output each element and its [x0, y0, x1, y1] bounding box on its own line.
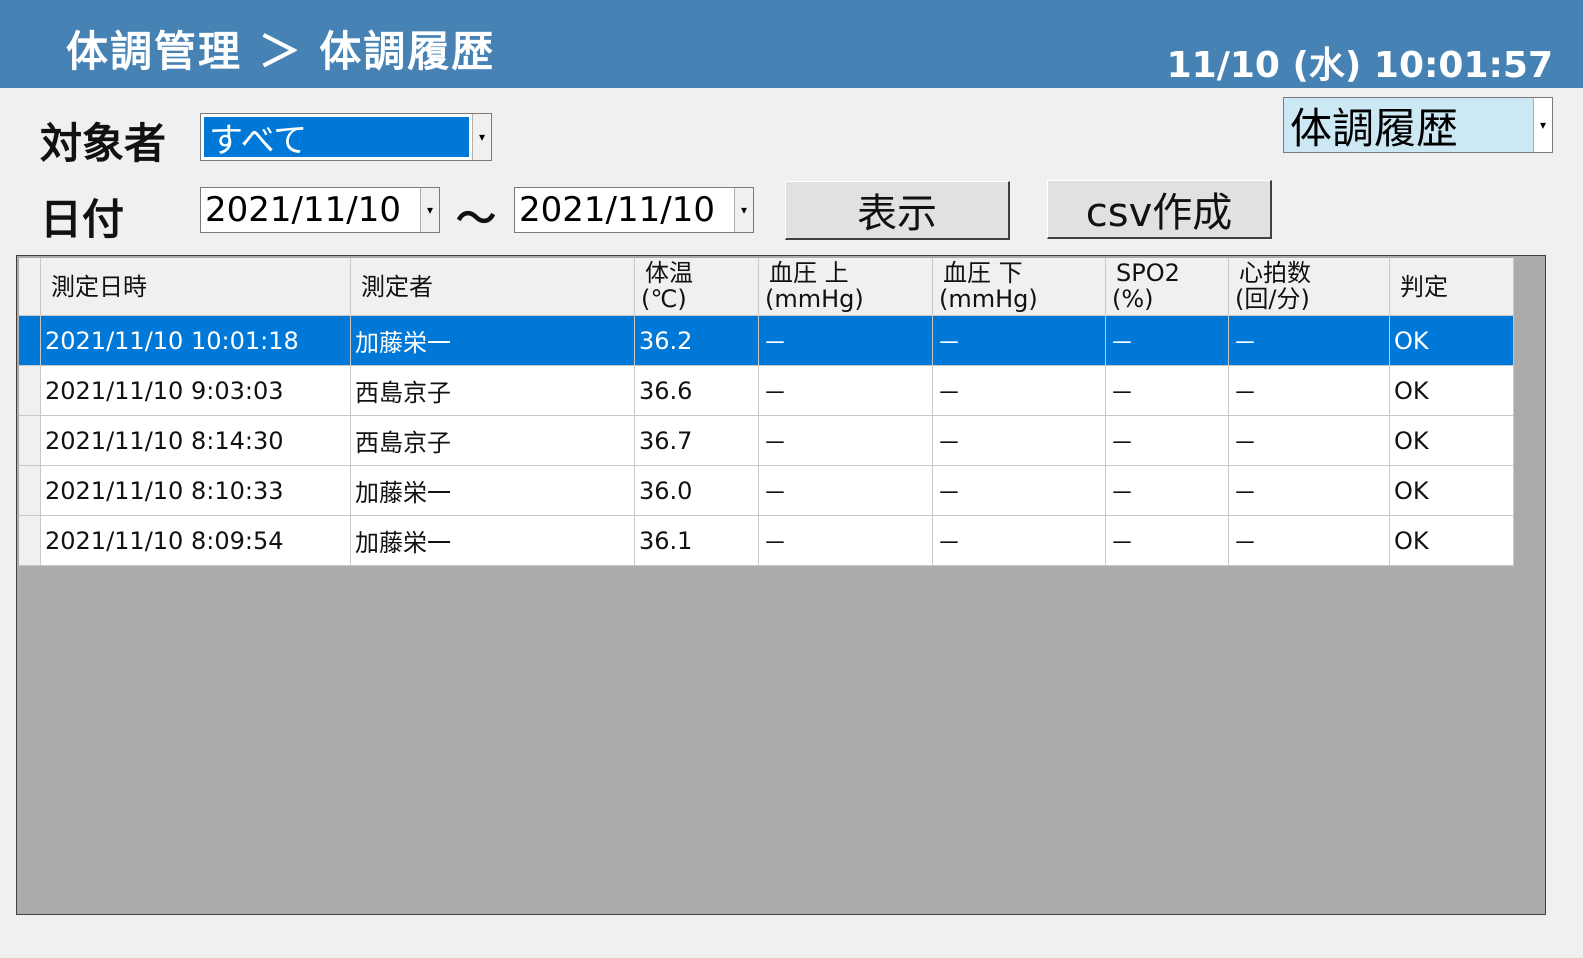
subject-select[interactable]: すべて ▾: [200, 113, 492, 161]
title-bar: 体調管理 ＞ 体調履歴 11/10 (水) 10:01:57: [0, 0, 1583, 88]
table-cell[interactable]: －: [933, 516, 1106, 566]
column-header[interactable]: 血圧 下 (mmHg): [933, 258, 1106, 316]
table-cell[interactable]: 2021/11/10 8:10:33: [41, 466, 351, 516]
table-cell[interactable]: 36.1: [635, 516, 759, 566]
table-cell[interactable]: －: [1229, 316, 1390, 366]
table-cell[interactable]: －: [1106, 466, 1229, 516]
table-cell[interactable]: 36.7: [635, 416, 759, 466]
table-cell[interactable]: －: [933, 366, 1106, 416]
column-header-unit: (mmHg): [765, 285, 864, 313]
view-select[interactable]: 体調履歴 ▾: [1283, 97, 1553, 153]
table-cell[interactable]: －: [1106, 366, 1229, 416]
table-cell[interactable]: －: [1229, 516, 1390, 566]
table-cell[interactable]: －: [759, 366, 933, 416]
column-header[interactable]: 測定者: [351, 258, 635, 316]
column-header[interactable]: 心拍数 (回/分): [1229, 258, 1390, 316]
table-cell[interactable]: －: [759, 316, 933, 366]
subject-select-value: すべて: [209, 120, 308, 161]
column-header-label: 血圧 下: [943, 259, 1023, 287]
table-cell[interactable]: －: [933, 316, 1106, 366]
column-header[interactable]: 測定日時: [41, 258, 351, 316]
column-header-unit: (%): [1112, 285, 1154, 313]
table-cell[interactable]: OK: [1390, 416, 1514, 466]
table-cell[interactable]: 2021/11/10 10:01:18: [41, 316, 351, 366]
table-cell[interactable]: －: [759, 516, 933, 566]
table-row[interactable]: 2021/11/10 8:10:33 加藤栄一 36.0 －－－－ OK: [19, 466, 1515, 516]
column-header[interactable]: 判定: [1390, 258, 1514, 316]
table-cell[interactable]: －: [933, 466, 1106, 516]
view-select-value: 体調履歴: [1290, 103, 1459, 153]
table-cell[interactable]: 加藤栄一: [351, 316, 635, 366]
table-cell[interactable]: －: [759, 416, 933, 466]
page-title: 体調管理 ＞ 体調履歴: [66, 27, 496, 76]
table-cell[interactable]: －: [1106, 416, 1229, 466]
table-cell[interactable]: 西島京子: [351, 416, 635, 466]
table-cell[interactable]: －: [933, 416, 1106, 466]
table-row[interactable]: 2021/11/10 9:03:03 西島京子 36.6 －－－－ OK: [19, 366, 1515, 416]
column-header-unit: (mmHg): [939, 285, 1038, 313]
date-from-value: 2021/11/10: [205, 190, 401, 230]
current-datetime: 11/10 (水) 10:01:57: [1166, 45, 1553, 86]
table-row[interactable]: 2021/11/10 8:14:30 西島京子 36.7 －－－－ OK: [19, 416, 1515, 466]
column-header-label: 測定日時: [51, 273, 147, 301]
date-label: 日付: [40, 195, 125, 244]
table-cell[interactable]: 加藤栄一: [351, 466, 635, 516]
date-to-value: 2021/11/10: [519, 190, 715, 230]
table-cell[interactable]: OK: [1390, 366, 1514, 416]
table-cell[interactable]: 2021/11/10 9:03:03: [41, 366, 351, 416]
column-header-label: SPO2: [1116, 259, 1180, 287]
table-cell[interactable]: 36.2: [635, 316, 759, 366]
table-row[interactable]: 2021/11/10 8:09:54 加藤栄一 36.1 －－－－ OK: [19, 516, 1515, 566]
chevron-down-icon[interactable]: ▾: [734, 188, 753, 232]
row-header[interactable]: [19, 366, 41, 416]
column-header-label: 体温: [645, 259, 693, 287]
row-header[interactable]: [19, 516, 41, 566]
column-header[interactable]: 血圧 上 (mmHg): [759, 258, 933, 316]
table-cell[interactable]: 36.0: [635, 466, 759, 516]
table-cell[interactable]: 西島京子: [351, 366, 635, 416]
row-header[interactable]: [19, 466, 41, 516]
table-cell[interactable]: －: [1106, 516, 1229, 566]
table-cell[interactable]: －: [1229, 366, 1390, 416]
range-separator: ～: [456, 196, 496, 242]
table-cell[interactable]: －: [1229, 416, 1390, 466]
table-cell[interactable]: OK: [1390, 316, 1514, 366]
table-cell[interactable]: OK: [1390, 516, 1514, 566]
column-header-label: 心拍数: [1239, 259, 1311, 287]
show-button[interactable]: 表示: [785, 181, 1010, 240]
column-header-unit: (回/分): [1235, 285, 1310, 313]
chevron-down-icon[interactable]: ▾: [1533, 98, 1552, 152]
row-header[interactable]: [19, 316, 41, 366]
table-cell[interactable]: 加藤栄一: [351, 516, 635, 566]
row-header-corner: [19, 258, 41, 316]
column-header-unit: (℃): [641, 285, 687, 313]
date-to-picker[interactable]: 2021/11/10 ▾: [514, 187, 754, 233]
table-cell[interactable]: －: [1229, 466, 1390, 516]
subject-label: 対象者: [40, 119, 167, 168]
chevron-down-icon[interactable]: ▾: [472, 114, 491, 160]
table-cell[interactable]: 2021/11/10 8:09:54: [41, 516, 351, 566]
table-row[interactable]: 2021/11/10 10:01:18 加藤栄一 36.2 －－－－ OK: [19, 316, 1515, 366]
table-cell[interactable]: OK: [1390, 466, 1514, 516]
table-cell[interactable]: 2021/11/10 8:14:30: [41, 416, 351, 466]
column-header-label: 測定者: [361, 273, 433, 301]
table-cell[interactable]: －: [1106, 316, 1229, 366]
history-grid[interactable]: 測定日時 測定者 体温 (℃) 血圧 上 (mmHg) 血圧 下 (mmHg) SPO2 (%) 心…: [16, 255, 1546, 915]
table-cell[interactable]: 36.6: [635, 366, 759, 416]
column-header[interactable]: 体温 (℃): [635, 258, 759, 316]
row-header[interactable]: [19, 416, 41, 466]
date-from-picker[interactable]: 2021/11/10 ▾: [200, 187, 440, 233]
table-cell[interactable]: －: [759, 466, 933, 516]
column-header-label: 判定: [1400, 273, 1448, 301]
column-header[interactable]: SPO2 (%): [1106, 258, 1229, 316]
csv-export-button[interactable]: csv作成: [1047, 180, 1272, 239]
chevron-down-icon[interactable]: ▾: [420, 188, 439, 232]
column-header-label: 血圧 上: [769, 259, 849, 287]
